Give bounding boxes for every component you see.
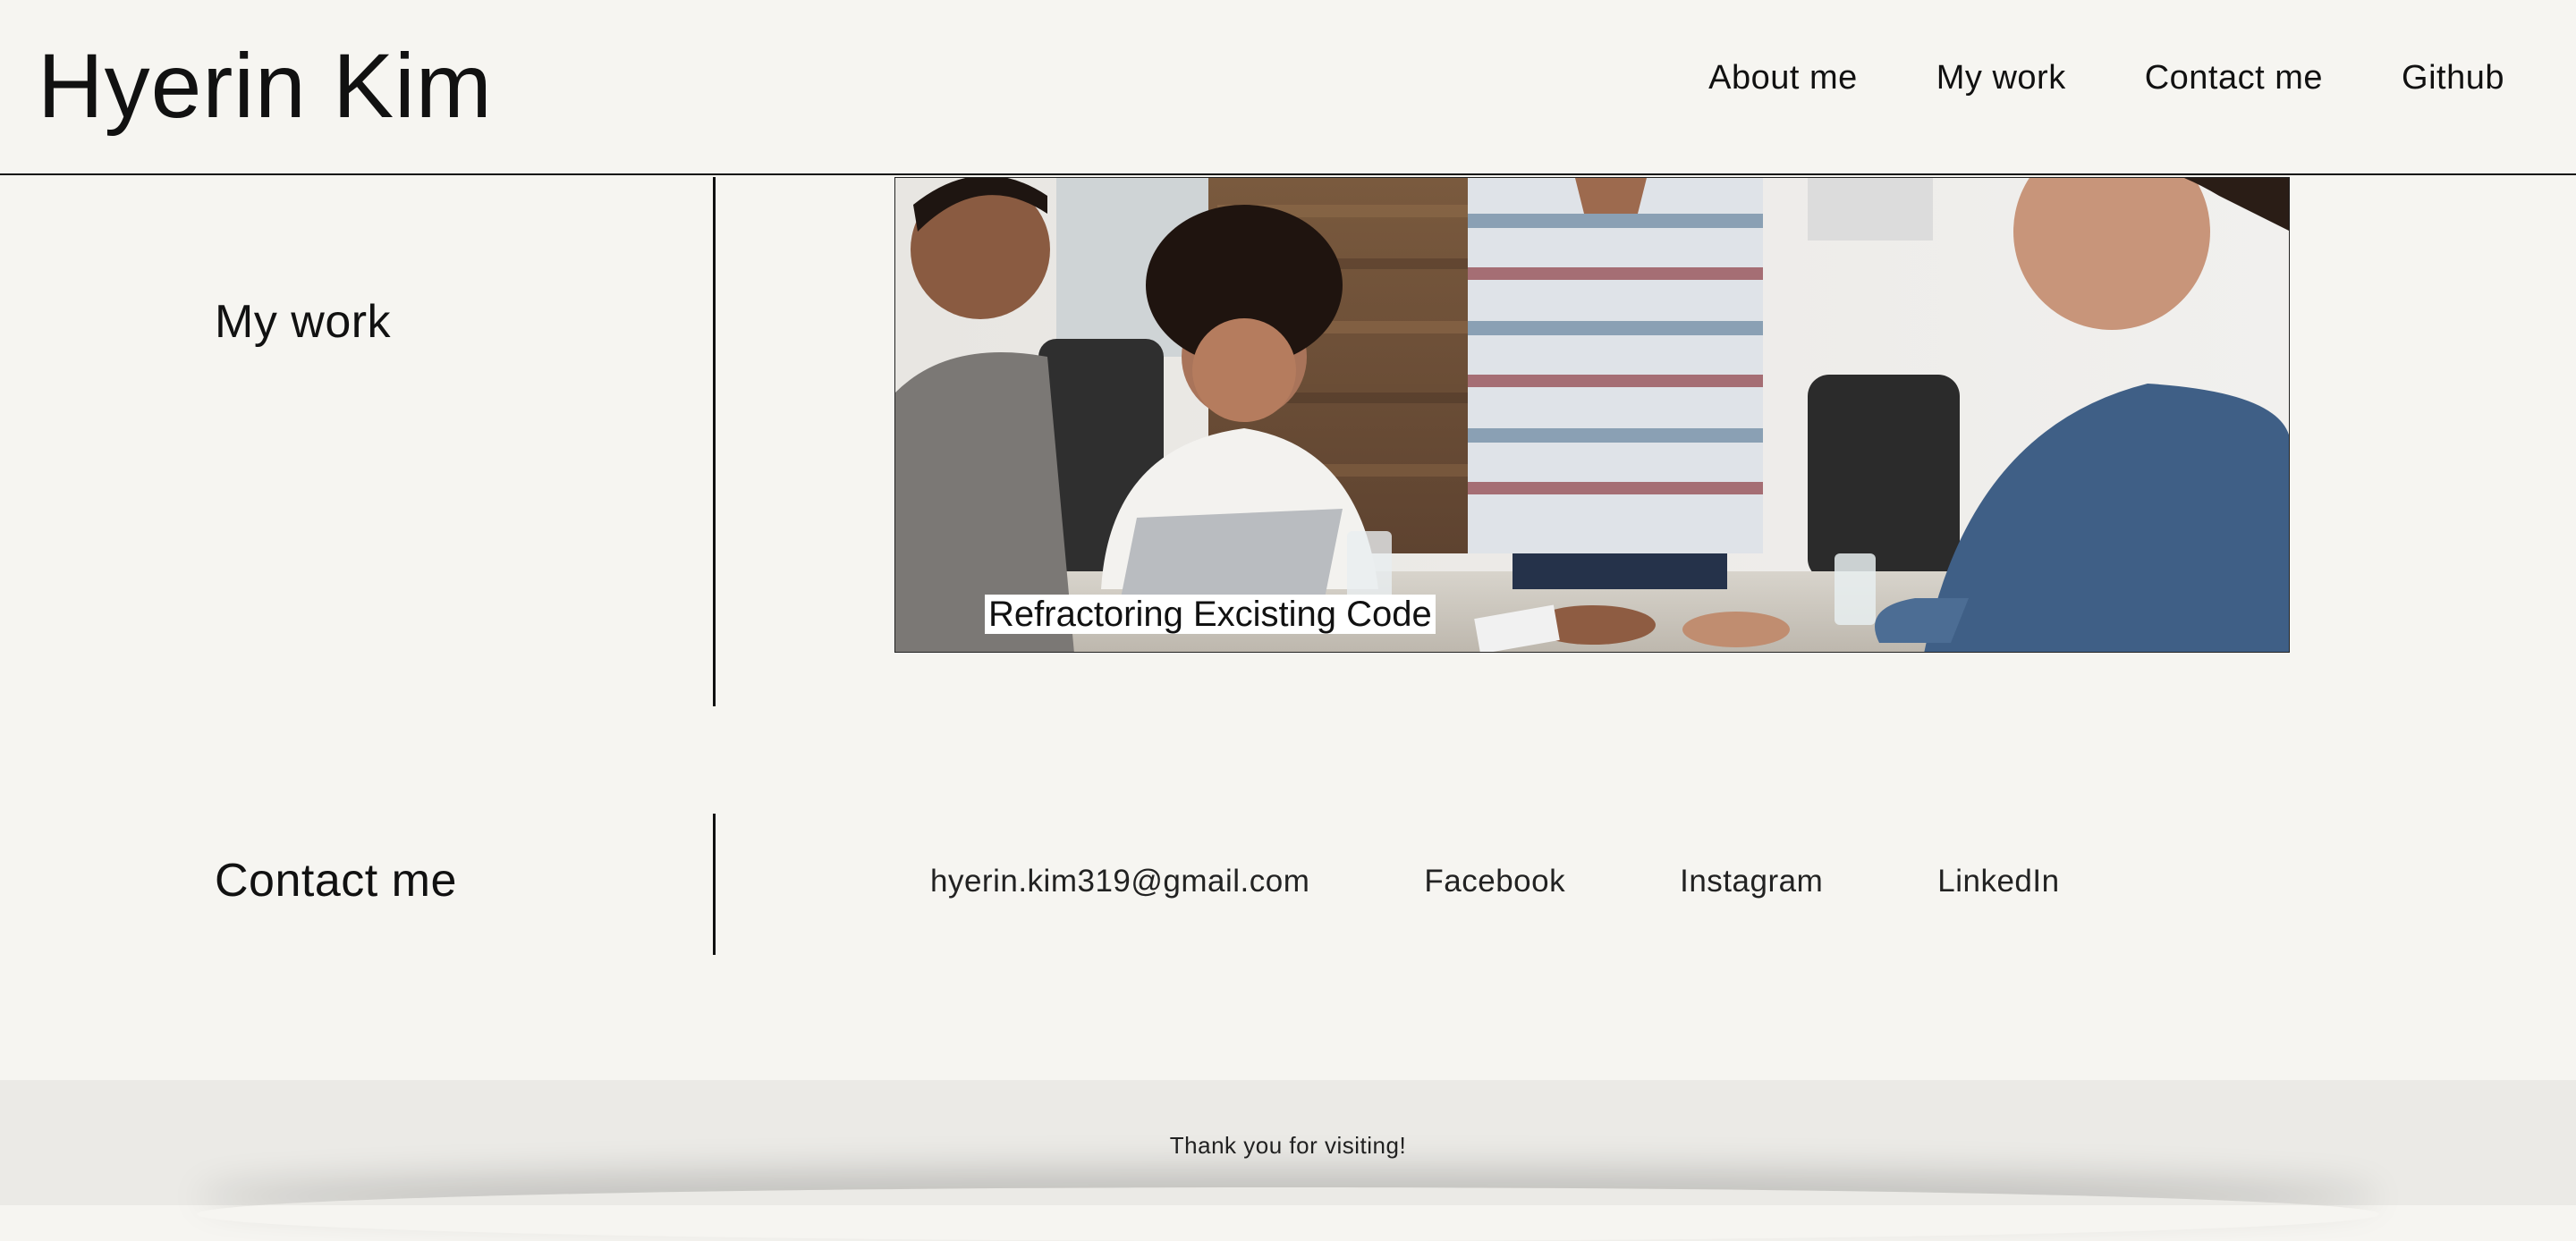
linkedin-link[interactable]: LinkedIn (1937, 864, 2059, 899)
nav-contact-me[interactable]: Contact me (2145, 59, 2323, 97)
contact-divider (713, 814, 716, 955)
contact-me-heading: Contact me (215, 855, 457, 907)
site-footer: Thank you for visiting! (0, 1080, 2576, 1205)
work-divider (713, 177, 716, 706)
project-photo (895, 178, 2289, 652)
facebook-link[interactable]: Facebook (1424, 864, 1565, 899)
instagram-link[interactable]: Instagram (1680, 864, 1823, 899)
nav-github[interactable]: Github (2402, 59, 2504, 97)
footer-shadow (197, 1187, 2379, 1241)
site-title: Hyerin Kim (38, 35, 493, 137)
nav-about-me[interactable]: About me (1708, 59, 1858, 97)
project-card[interactable]: Refractoring Excisting Code (894, 177, 2290, 653)
my-work-heading: My work (215, 296, 392, 348)
nav-my-work[interactable]: My work (1936, 59, 2066, 97)
site-header: Hyerin Kim About me My work Contact me G… (0, 0, 2576, 175)
contact-links: hyerin.kim319@gmail.com Facebook Instagr… (930, 864, 2060, 899)
email-link[interactable]: hyerin.kim319@gmail.com (930, 864, 1309, 899)
project-caption: Refractoring Excisting Code (985, 595, 1436, 634)
main-nav: About me My work Contact me Github (1708, 59, 2504, 97)
footer-text: Thank you for visiting! (1169, 1132, 1407, 1159)
